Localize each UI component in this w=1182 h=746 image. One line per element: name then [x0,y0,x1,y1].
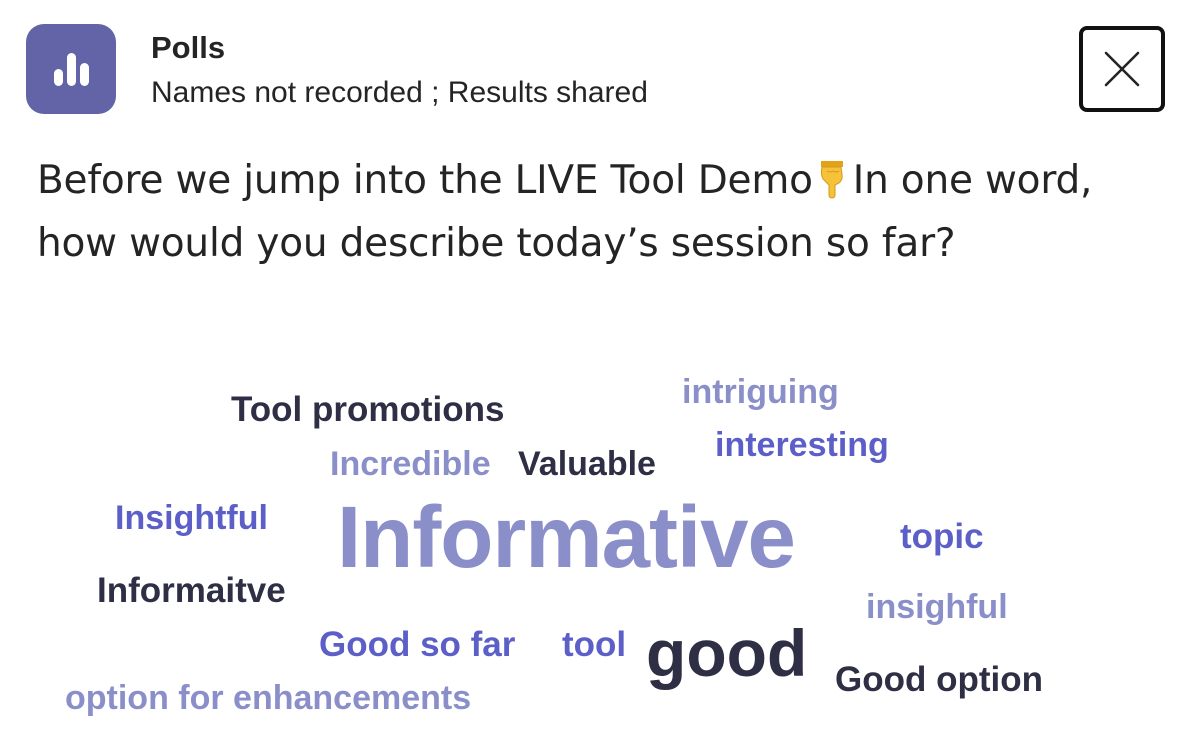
word-cloud-word: Good option [835,660,1043,699]
close-button[interactable] [1079,26,1165,112]
word-cloud-word: interesting [715,426,889,464]
word-cloud-word: Incredible [330,445,491,483]
word-cloud-word: option for enhancements [65,679,472,717]
word-cloud: Tool promotions intriguing Incredible Va… [0,0,1182,746]
word-cloud-word: Valuable [518,445,656,483]
poll-settings-subtitle: Names not recorded ; Results shared [151,76,648,109]
close-icon [1104,51,1140,87]
word-cloud-word: Informaitve [97,571,286,610]
word-cloud-word: insighful [866,588,1008,626]
polls-card: Polls Names not recorded ; Results share… [0,0,1182,746]
bar-chart-icon [54,53,89,86]
word-cloud-word: tool [562,625,627,664]
pointing-down-hand-icon [817,158,847,215]
word-cloud-word: Informative [337,489,796,586]
polls-app-icon [26,24,116,114]
word-cloud-word: topic [900,517,984,556]
word-cloud-word: Tool promotions [231,390,505,429]
word-cloud-word: intriguing [682,373,839,411]
word-cloud-word: Insightful [115,499,268,537]
question-text-part-1: Before we jump into the LIVE Tool Demo [37,158,813,203]
app-title: Polls [151,30,226,65]
word-cloud-word: Good so far [319,625,516,664]
poll-question: Before we jump into the LIVE Tool Demo I… [37,152,1147,272]
word-cloud-word: good [646,616,808,690]
